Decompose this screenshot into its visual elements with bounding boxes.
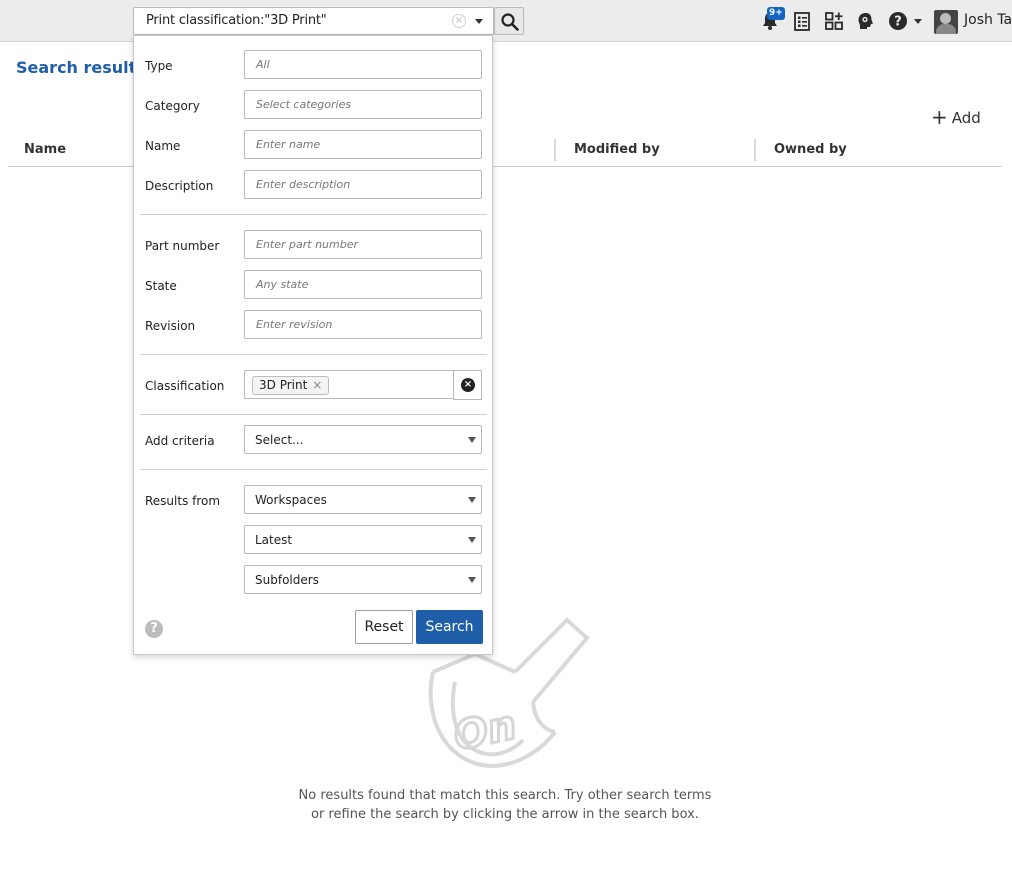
add-button[interactable]: + Add bbox=[931, 104, 981, 129]
section-divider bbox=[140, 214, 487, 215]
description-placeholder: Enter description bbox=[256, 178, 351, 191]
add-criteria-select[interactable]: Select... bbox=[244, 425, 482, 454]
empty-state-line-1: No results found that match this search.… bbox=[298, 788, 712, 803]
part-number-field[interactable]: Enter part number bbox=[244, 230, 482, 259]
classification-chip: 3D Print × bbox=[252, 376, 330, 395]
advanced-search-panel: Type All Category Select categories Name… bbox=[133, 35, 493, 655]
name-placeholder: Enter name bbox=[256, 138, 321, 151]
revision-label: Revision bbox=[145, 319, 196, 333]
tasks-checklist-icon[interactable] bbox=[792, 11, 812, 31]
help-menu-chevron-icon[interactable] bbox=[914, 19, 922, 24]
scope-value: Subfolders bbox=[255, 573, 319, 587]
help-icon[interactable]: ? bbox=[888, 11, 908, 31]
clear-circle-x-icon: × bbox=[461, 378, 475, 392]
dropdown-arrow-icon bbox=[468, 497, 476, 503]
add-button-label: Add bbox=[951, 109, 981, 127]
name-label: Name bbox=[145, 139, 181, 153]
plus-icon: + bbox=[931, 105, 948, 129]
search-help-icon[interactable]: ? bbox=[145, 620, 163, 638]
description-field[interactable]: Enter description bbox=[244, 170, 482, 199]
svg-text:?: ? bbox=[894, 15, 902, 30]
classification-chip-label: 3D Print bbox=[259, 378, 308, 392]
column-header-name[interactable]: Name bbox=[24, 142, 66, 157]
section-divider bbox=[140, 354, 487, 355]
revision-placeholder: Enter revision bbox=[256, 318, 333, 331]
dropdown-arrow-icon bbox=[468, 437, 476, 443]
app-store-icon[interactable] bbox=[824, 11, 844, 31]
search-submit-button[interactable]: Search bbox=[416, 610, 483, 644]
search-button[interactable] bbox=[494, 7, 524, 35]
search-query-text: Print classification:"3D Print" bbox=[146, 13, 327, 28]
classification-field[interactable]: 3D Print × bbox=[244, 370, 454, 399]
type-placeholder: All bbox=[256, 58, 270, 71]
reset-button[interactable]: Reset bbox=[355, 610, 413, 644]
global-search-input[interactable]: Print classification:"3D Print" × bbox=[133, 7, 494, 35]
results-from-label: Results from bbox=[145, 494, 221, 508]
part-number-label: Part number bbox=[145, 239, 220, 253]
magnifier-icon bbox=[501, 13, 519, 31]
part-number-placeholder: Enter part number bbox=[256, 238, 359, 251]
column-divider[interactable] bbox=[554, 139, 556, 161]
version-select[interactable]: Latest bbox=[244, 525, 482, 554]
dropdown-arrow-icon bbox=[468, 577, 476, 583]
results-from-select[interactable]: Workspaces bbox=[244, 485, 482, 514]
category-placeholder: Select categories bbox=[256, 98, 352, 111]
type-select[interactable]: All bbox=[244, 50, 482, 79]
name-field[interactable]: Enter name bbox=[244, 130, 482, 159]
clear-search-icon[interactable]: × bbox=[452, 14, 466, 28]
add-criteria-value: Select... bbox=[255, 433, 304, 447]
dropdown-arrow-icon bbox=[468, 537, 476, 543]
section-divider bbox=[140, 414, 487, 415]
column-header-modified-by[interactable]: Modified by bbox=[574, 142, 660, 157]
version-value: Latest bbox=[255, 533, 293, 547]
category-select[interactable]: Select categories bbox=[244, 90, 482, 119]
notification-count-badge: 9+ bbox=[767, 7, 785, 20]
user-avatar[interactable] bbox=[934, 10, 958, 34]
description-label: Description bbox=[145, 179, 214, 193]
category-label: Category bbox=[145, 99, 200, 113]
classification-label: Classification bbox=[145, 379, 225, 393]
column-divider[interactable] bbox=[754, 139, 756, 161]
results-from-value: Workspaces bbox=[255, 493, 327, 507]
scope-select[interactable]: Subfolders bbox=[244, 565, 482, 594]
add-criteria-label: Add criteria bbox=[145, 434, 215, 448]
state-placeholder: Any state bbox=[256, 278, 309, 291]
state-label: State bbox=[145, 279, 177, 293]
user-name[interactable]: Josh Ta bbox=[964, 12, 1012, 28]
empty-state-line-2: or refine the search by clicking the arr… bbox=[311, 807, 699, 822]
remove-chip-icon[interactable]: × bbox=[312, 378, 322, 392]
revision-field[interactable]: Enter revision bbox=[244, 310, 482, 339]
type-label: Type bbox=[145, 59, 173, 73]
learning-center-icon[interactable] bbox=[856, 11, 876, 31]
clear-classification-button[interactable]: × bbox=[453, 370, 482, 400]
search-options-dropdown-icon[interactable] bbox=[475, 19, 483, 24]
empty-state-message: No results found that match this search.… bbox=[250, 786, 760, 824]
section-divider bbox=[140, 469, 487, 470]
column-header-owned-by[interactable]: Owned by bbox=[774, 142, 847, 157]
state-select[interactable]: Any state bbox=[244, 270, 482, 299]
